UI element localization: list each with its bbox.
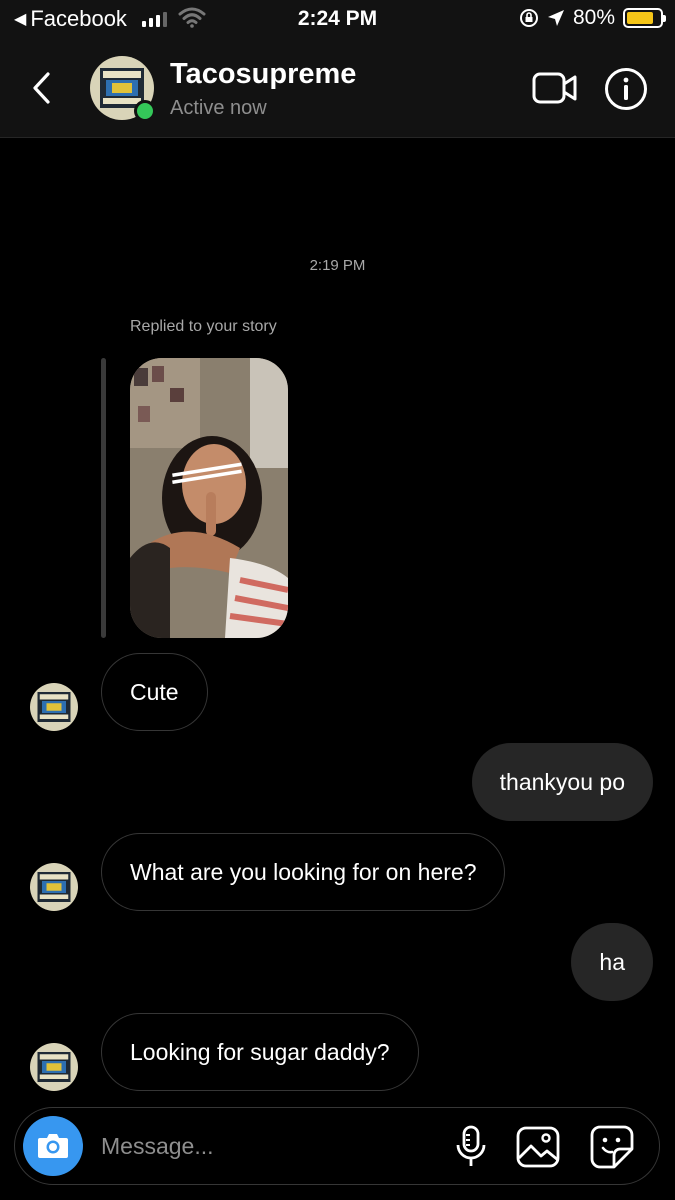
message-timestamp: 2:19 PM <box>309 257 366 274</box>
active-status: Active now <box>170 97 267 119</box>
contact-avatar-small[interactable] <box>30 683 78 731</box>
orientation-lock-icon <box>519 9 538 27</box>
camera-button[interactable] <box>23 1116 83 1176</box>
message-text: Looking for sugar daddy? <box>130 1038 390 1065</box>
incoming-message[interactable]: Looking for sugar daddy? <box>101 1013 419 1091</box>
outgoing-message[interactable]: ha <box>571 923 653 1001</box>
battery-icon <box>623 8 666 28</box>
video-call-icon[interactable] <box>532 70 578 106</box>
camera-icon <box>38 1134 68 1158</box>
online-indicator <box>134 100 156 122</box>
sticker-icon[interactable] <box>589 1124 635 1170</box>
status-bar: ◀ Facebook 2:24 PM 80% <box>0 0 675 38</box>
story-thumbnail[interactable] <box>130 358 288 638</box>
message-composer <box>14 1107 660 1185</box>
message-text: What are you looking for on here? <box>130 858 477 885</box>
microphone-icon[interactable] <box>451 1124 491 1170</box>
message-text: ha <box>599 948 625 975</box>
battery-percent: 80% <box>572 6 615 29</box>
contact-avatar-small[interactable] <box>30 1043 78 1091</box>
story-reply-label: Replied to your story <box>130 318 277 335</box>
location-icon <box>547 10 564 26</box>
contact-name[interactable]: Tacosupreme <box>170 58 356 91</box>
incoming-message[interactable]: What are you looking for on here? <box>101 833 506 911</box>
reply-quote-bar <box>101 358 106 638</box>
message-input[interactable] <box>101 1126 431 1166</box>
contact-avatar-small[interactable] <box>30 863 78 911</box>
contact-avatar[interactable] <box>90 56 156 122</box>
gallery-icon[interactable] <box>515 1124 561 1170</box>
incoming-message[interactable]: Cute <box>101 653 208 731</box>
outgoing-message[interactable]: thankyou po <box>471 743 653 821</box>
message-text: thankyou po <box>499 768 625 795</box>
message-text: Cute <box>130 678 179 705</box>
info-icon[interactable] <box>604 67 648 111</box>
conversation-header: Tacosupreme Active now <box>0 38 675 138</box>
back-chevron-icon[interactable] <box>26 68 60 108</box>
